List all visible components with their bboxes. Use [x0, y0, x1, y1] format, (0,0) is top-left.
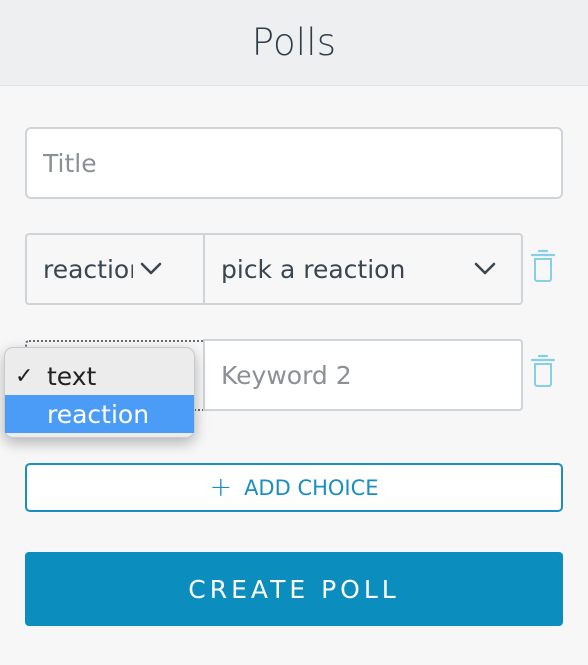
- dropdown-option-label: text: [47, 361, 97, 391]
- dropdown-option-reaction[interactable]: reaction: [5, 395, 194, 433]
- choice-1-type-value: reaction: [43, 254, 133, 284]
- check-icon: ✓: [15, 363, 34, 389]
- page-title: Polls: [251, 21, 337, 64]
- choice-1-reaction-select[interactable]: pick a reaction: [203, 233, 523, 305]
- add-choice-button[interactable]: + ADD CHOICE: [25, 463, 563, 512]
- title-input[interactable]: [25, 127, 563, 199]
- plus-icon: +: [209, 472, 233, 503]
- dropdown-option-text[interactable]: ✓ text: [5, 357, 194, 395]
- trash-icon[interactable]: [530, 248, 556, 284]
- chevron-down-icon: [139, 257, 163, 281]
- chevron-down-icon: [473, 257, 497, 281]
- choice-2-keyword-input[interactable]: [203, 339, 523, 411]
- create-poll-label: CREATE POLL: [188, 574, 400, 604]
- choice-1-reaction-value: pick a reaction: [221, 254, 406, 284]
- create-poll-button[interactable]: CREATE POLL: [25, 552, 563, 626]
- dropdown-option-label: reaction: [47, 399, 150, 429]
- trash-icon[interactable]: [530, 353, 556, 389]
- type-dropdown-menu: ✓ text reaction: [4, 347, 195, 438]
- choice-1-type-select[interactable]: reaction: [25, 233, 205, 305]
- page-header: Polls: [0, 0, 588, 86]
- add-choice-label: ADD CHOICE: [244, 475, 379, 500]
